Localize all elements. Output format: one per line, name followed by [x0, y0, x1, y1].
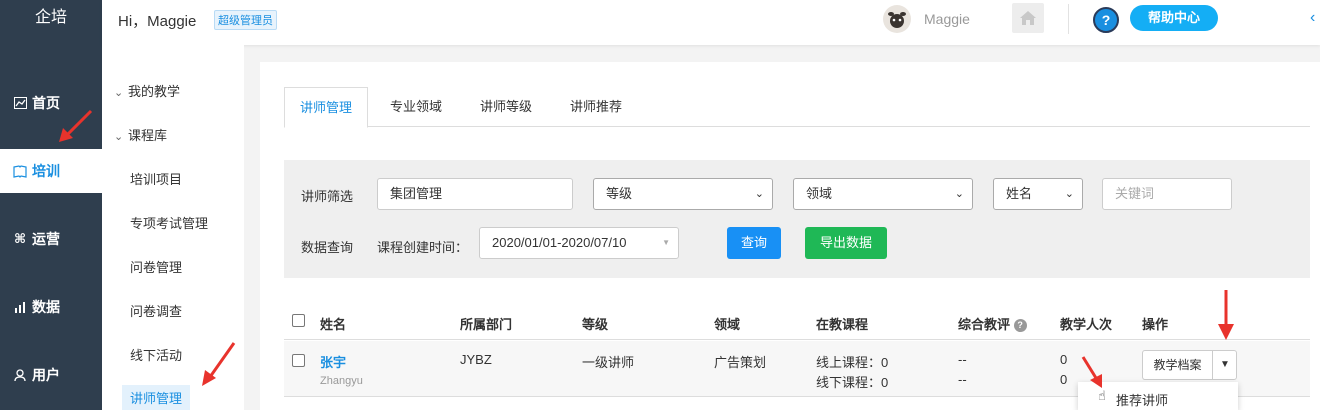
help-question-icon[interactable]: ? — [1093, 7, 1119, 33]
export-data-button[interactable]: 导出数据 — [805, 227, 887, 259]
offline-courses-cell: 线下课程：0 — [816, 375, 889, 390]
subnav-group-label: 我的教学 — [128, 84, 181, 99]
level-select-value: 等级 — [606, 186, 633, 201]
rail-item-users[interactable]: 用户 — [0, 353, 102, 397]
home-button[interactable] — [1012, 3, 1044, 33]
username[interactable]: Maggie — [924, 11, 970, 27]
bar-chart-icon — [12, 299, 28, 315]
teaching-count-cell: 0 — [1060, 352, 1068, 367]
rail-item-data[interactable]: 数据 — [0, 285, 102, 329]
name-select[interactable]: 姓名 ⌄ — [993, 178, 1083, 210]
name-select-value: 姓名 — [1006, 186, 1033, 201]
subnav-item-training-projects[interactable]: 培训项目 — [130, 169, 182, 188]
chevron-down-icon: ⌄ — [114, 87, 124, 99]
evaluation-cell: -- — [958, 352, 967, 367]
rail-item-operations[interactable]: ⌘ 运营 — [0, 217, 102, 261]
help-center-button[interactable]: 帮助中心 — [1130, 5, 1218, 31]
chevron-down-icon: ⌄ — [1064, 188, 1074, 200]
keyword-input[interactable]: 关键词 — [1102, 178, 1232, 210]
tab-professional-domain[interactable]: 专业领域 — [390, 87, 442, 127]
top-bar: Hi，Maggie 超级管理员 Maggie ? 帮助中心 ‹ — [102, 0, 1320, 45]
col-teaching-count: 教学人次 — [1060, 317, 1113, 332]
level-select[interactable]: 等级 ⌄ — [593, 178, 773, 210]
tab-lecturer-recommend[interactable]: 讲师推荐 — [570, 87, 622, 127]
subnav-item-questionnaire-management[interactable]: 问卷管理 — [130, 257, 182, 276]
subnav-group-course-library[interactable]: ⌄ 课程库 — [114, 125, 167, 144]
subnav-item-survey[interactable]: 问卷调查 — [130, 301, 182, 320]
date-range-input[interactable]: 2020/01/01-2020/07/10 ▼ — [479, 227, 679, 259]
book-icon — [12, 163, 28, 179]
caret-down-icon: ▼ — [662, 238, 670, 247]
action-button-group: 教学档案 ▼ — [1142, 350, 1237, 380]
subnav-group-label: 课程库 — [128, 128, 168, 143]
rail-item-label: 数据 — [32, 299, 60, 315]
select-all-checkbox[interactable] — [292, 314, 305, 327]
home-icon — [1020, 11, 1036, 25]
col-name: 姓名 — [320, 317, 347, 332]
domain-cell: 广告策划 — [714, 355, 767, 370]
row-checkbox[interactable] — [292, 354, 305, 367]
annotation-arrow — [1218, 290, 1234, 340]
annotation-arrow — [1081, 356, 1102, 388]
table-header: 姓名 所属部门 等级 领域 在教课程 综合教评 ? 教学人次 操作 — [284, 298, 1310, 340]
lecturer-name-link[interactable]: 张宇 — [320, 352, 346, 371]
rail-item-training[interactable]: 培训 — [0, 149, 102, 193]
filter-label: 讲师筛选 — [301, 189, 354, 204]
department-cell: JYBZ — [460, 352, 492, 367]
info-icon[interactable]: ? — [1013, 319, 1027, 332]
main-nav-rail: 企培 首页 培训 ⌘ 运营 数据 用户 — [0, 0, 102, 410]
filter-panel: 讲师筛选 集团管理 等级 ⌄ 领域 ⌄ 姓名 ⌄ 关键词 数据查询 课程创建时间… — [284, 160, 1310, 278]
action-dropdown-toggle[interactable]: ▼ — [1213, 351, 1237, 379]
rail-item-label: 培训 — [32, 163, 60, 179]
subnav-item-exam-management[interactable]: 专项考试管理 — [130, 213, 208, 232]
col-evaluation-label: 综合教评 — [958, 317, 1011, 332]
col-actions: 操作 — [1142, 317, 1169, 332]
user-icon — [12, 367, 28, 383]
chevron-down-icon: ⌄ — [954, 188, 964, 200]
subnav-group-my-teaching[interactable]: ⌄ 我的教学 — [114, 81, 180, 100]
subnav-item-offline-activity[interactable]: 线下活动 — [130, 345, 182, 364]
col-evaluation: 综合教评 ? — [958, 314, 1027, 333]
main-content: 讲师管理 专业领域 讲师等级 讲师推荐 讲师筛选 集团管理 等级 ⌄ 领域 ⌄ … — [260, 62, 1320, 410]
data-query-label: 数据查询 — [301, 240, 354, 255]
teaching-count-cell: 0 — [1060, 372, 1068, 387]
col-department: 所属部门 — [460, 317, 513, 332]
lecturer-pinyin: Zhangyu — [320, 375, 363, 387]
online-courses-cell: 线上课程：0 — [816, 355, 889, 370]
col-domain: 领域 — [714, 317, 741, 332]
date-range-value: 2020/01/01-2020/07/10 — [492, 235, 627, 250]
date-label: 课程创建时间： — [377, 240, 469, 255]
collapse-chevron-icon[interactable]: ‹ — [1310, 9, 1315, 27]
rail-item-label: 运营 — [32, 231, 60, 247]
menu-item-recommend-lecturer[interactable]: 推荐讲师 — [1116, 390, 1168, 409]
chevron-down-icon: ⌄ — [754, 188, 764, 200]
domain-select[interactable]: 领域 ⌄ — [793, 178, 973, 210]
chevron-down-icon: ⌄ — [114, 131, 124, 143]
tab-bar: 讲师管理 专业领域 讲师等级 讲师推荐 — [284, 87, 1310, 128]
level-cell: 一级讲师 — [582, 355, 635, 370]
teaching-archive-button[interactable]: 教学档案 — [1143, 351, 1213, 379]
domain-select-value: 领域 — [806, 186, 833, 201]
query-button[interactable]: 查询 — [727, 227, 781, 259]
col-level: 等级 — [582, 317, 609, 332]
group-input[interactable]: 集团管理 — [377, 178, 573, 210]
command-icon: ⌘ — [13, 231, 27, 246]
subnav-item-lecturer-management[interactable]: 讲师管理 — [122, 385, 191, 410]
brand-logo: 企培 — [34, 9, 67, 26]
avatar[interactable] — [883, 5, 911, 33]
tab-lecturer-management[interactable]: 讲师管理 — [284, 87, 369, 128]
annotation-arrow — [202, 342, 236, 386]
rail-item-label: 用户 — [32, 367, 60, 383]
divider — [1068, 4, 1069, 34]
annotation-arrow — [59, 109, 93, 142]
role-badge: 超级管理员 — [214, 10, 277, 30]
greeting: Hi，Maggie — [118, 13, 197, 30]
evaluation-cell: -- — [958, 372, 967, 387]
col-courses: 在教课程 — [816, 317, 869, 332]
chart-icon — [12, 95, 28, 111]
tab-lecturer-level[interactable]: 讲师等级 — [480, 87, 532, 127]
hand-pointer-icon: ☝ — [1098, 388, 1106, 403]
